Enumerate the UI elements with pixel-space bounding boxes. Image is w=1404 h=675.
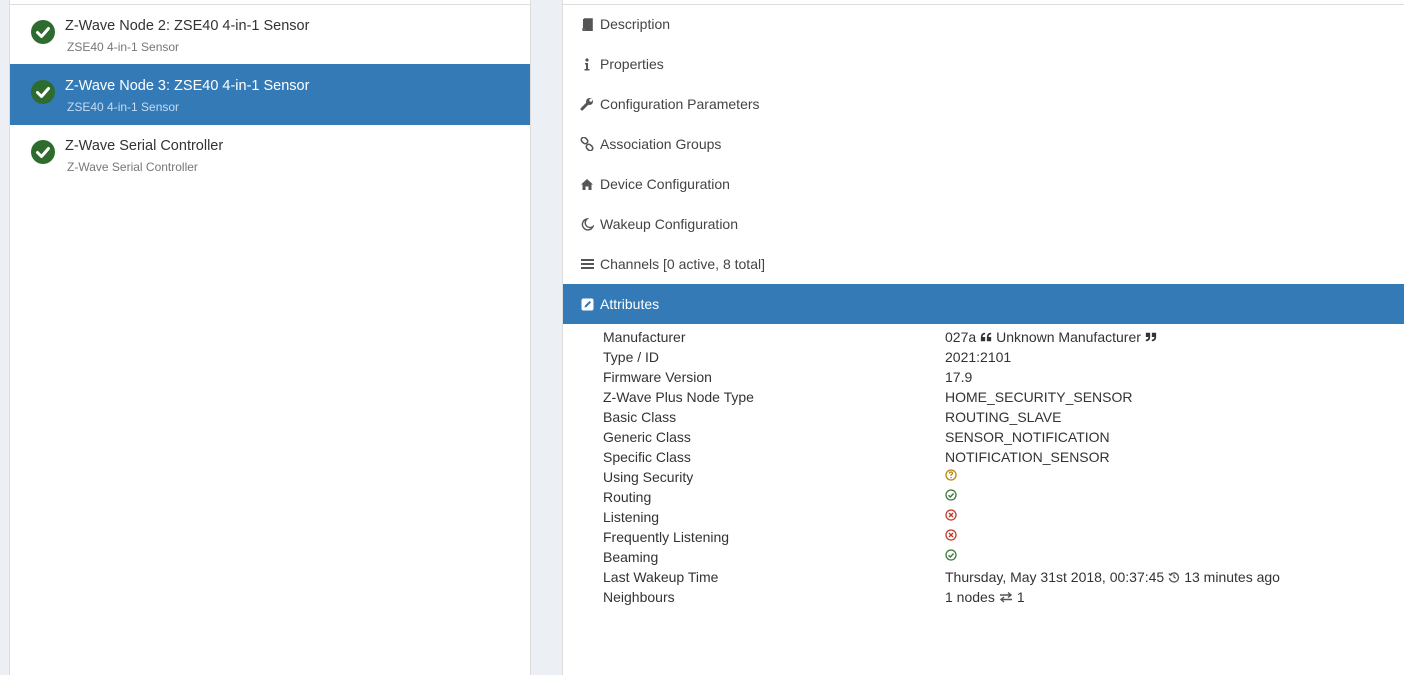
menu-label: Attributes <box>600 296 660 312</box>
attr-row-firmware-version: Firmware Version 17.9 <box>603 369 1363 389</box>
link-icon <box>580 137 594 151</box>
attr-key: Z-Wave Plus Node Type <box>603 389 754 405</box>
info-icon <box>580 57 594 71</box>
node-list-item-node-3[interactable]: Z-Wave Node 3: ZSE40 4-in-1 Sensor ZSE40… <box>10 64 530 125</box>
menu-label: Device Configuration <box>600 176 730 192</box>
node-list-item-node-2[interactable]: Z-Wave Node 2: ZSE40 4-in-1 Sensor ZSE40… <box>10 4 530 64</box>
moon-icon <box>580 217 594 231</box>
attr-value: Thursday, May 31st 2018, 00:37:45 13 min… <box>945 569 1280 585</box>
attr-row-beaming: Beaming <box>603 549 1363 569</box>
attr-row-listening: Listening <box>603 509 1363 529</box>
attr-row-basic-class: Basic Class ROUTING_SLAVE <box>603 409 1363 429</box>
attr-value: NOTIFICATION_SENSOR <box>945 449 1110 465</box>
menu-attributes[interactable]: Attributes <box>563 284 1404 324</box>
node-title: Z-Wave Node 3: ZSE40 4-in-1 Sensor <box>65 78 310 94</box>
node-subtitle: ZSE40 4-in-1 Sensor <box>67 40 180 54</box>
node-details-panel: Description Properties Configuration Par… <box>562 0 1404 675</box>
menu-channels[interactable]: Channels [0 active, 8 total] <box>563 244 1404 284</box>
menu-label: Wakeup Configuration <box>600 216 739 232</box>
attr-row-plus-node-type: Z-Wave Plus Node Type HOME_SECURITY_SENS… <box>603 389 1363 409</box>
attr-key: Beaming <box>603 549 659 565</box>
attr-row-generic-class: Generic Class SENSOR_NOTIFICATION <box>603 429 1363 449</box>
attr-row-specific-class: Specific Class NOTIFICATION_SENSOR <box>603 449 1363 469</box>
menu-label: Association Groups <box>600 136 722 152</box>
attr-row-neighbours: Neighbours 1 nodes 1 <box>603 589 1363 609</box>
book-icon <box>580 17 594 31</box>
attr-key: Generic Class <box>603 429 691 445</box>
attr-key: Manufacturer <box>603 329 686 345</box>
menu-label: Configuration Parameters <box>600 96 760 112</box>
attr-value: HOME_SECURITY_SENSOR <box>945 389 1133 405</box>
attr-key: Firmware Version <box>603 369 712 385</box>
attr-key: Frequently Listening <box>603 529 730 545</box>
menu-description[interactable]: Description <box>563 4 1404 44</box>
edit-icon <box>580 297 594 311</box>
attr-key: Routing <box>603 489 652 505</box>
attr-value: 2021:2101 <box>945 349 1012 365</box>
menu-label: Properties <box>600 56 664 72</box>
attr-key: Type / ID <box>603 349 660 365</box>
node-title: Z-Wave Serial Controller <box>65 138 224 154</box>
quote-left-icon <box>981 332 992 342</box>
attr-key: Last Wakeup Time <box>603 569 719 585</box>
question-circle-icon <box>945 469 957 481</box>
attr-value: SENSOR_NOTIFICATION <box>945 429 1110 445</box>
attr-key: Basic Class <box>603 409 677 425</box>
check-circle-icon <box>31 20 55 44</box>
attr-key: Neighbours <box>603 589 675 605</box>
attr-value: 1 nodes 1 <box>945 589 1025 605</box>
neighbours-count: 1 <box>1016 589 1025 605</box>
manufacturer-name: Unknown Manufacturer <box>996 329 1141 345</box>
attr-value: ROUTING_SLAVE <box>945 409 1062 425</box>
menu-wakeup-configuration[interactable]: Wakeup Configuration <box>563 204 1404 244</box>
attr-row-type-id: Type / ID 2021:2101 <box>603 349 1363 369</box>
wrench-icon <box>580 97 594 111</box>
menu-device-configuration[interactable]: Device Configuration <box>563 164 1404 204</box>
attr-key: Using Security <box>603 469 694 485</box>
attr-key: Listening <box>603 509 660 525</box>
menu-label: Channels [0 active, 8 total] <box>600 256 765 272</box>
neighbours-value: 1 nodes <box>945 589 995 605</box>
times-circle-icon <box>945 529 957 541</box>
history-icon <box>1168 572 1180 583</box>
check-circle-icon <box>945 549 957 561</box>
attr-row-last-wakeup-time: Last Wakeup Time Thursday, May 31st 2018… <box>603 569 1363 589</box>
quote-right-icon <box>1145 332 1157 342</box>
node-subtitle: ZSE40 4-in-1 Sensor <box>67 100 180 114</box>
node-list-panel: Z-Wave Node 2: ZSE40 4-in-1 Sensor ZSE40… <box>9 0 531 675</box>
attr-row-using-security: Using Security <box>603 469 1363 489</box>
wakeup-relative-time: 13 minutes ago <box>1184 569 1280 585</box>
list-icon <box>580 257 594 271</box>
node-title: Z-Wave Node 2: ZSE40 4-in-1 Sensor <box>65 18 310 34</box>
menu-label: Description <box>600 16 671 32</box>
menu-association-groups[interactable]: Association Groups <box>563 124 1404 164</box>
attr-row-frequently-listening: Frequently Listening <box>603 529 1363 549</box>
attr-key: Specific Class <box>603 449 691 465</box>
menu-properties[interactable]: Properties <box>563 44 1404 84</box>
check-circle-icon <box>31 140 55 164</box>
attr-row-routing: Routing <box>603 489 1363 509</box>
wakeup-timestamp: Thursday, May 31st 2018, 00:37:45 <box>945 569 1165 585</box>
manufacturer-code: 027a <box>945 329 977 345</box>
attr-value: 17.9 <box>945 369 973 385</box>
node-list-item-serial-controller[interactable]: Z-Wave Serial Controller Z-Wave Serial C… <box>10 124 530 184</box>
times-circle-icon <box>945 509 957 521</box>
menu-configuration-parameters[interactable]: Configuration Parameters <box>563 84 1404 124</box>
attr-row-manufacturer: Manufacturer 027a Unknown Manufacturer <box>603 329 1363 349</box>
node-subtitle: Z-Wave Serial Controller <box>67 160 198 174</box>
check-circle-icon <box>31 80 55 104</box>
attr-value: 027a Unknown Manufacturer <box>945 329 1157 345</box>
home-icon <box>580 177 594 191</box>
check-circle-icon <box>945 489 957 501</box>
exchange-icon <box>999 591 1012 603</box>
